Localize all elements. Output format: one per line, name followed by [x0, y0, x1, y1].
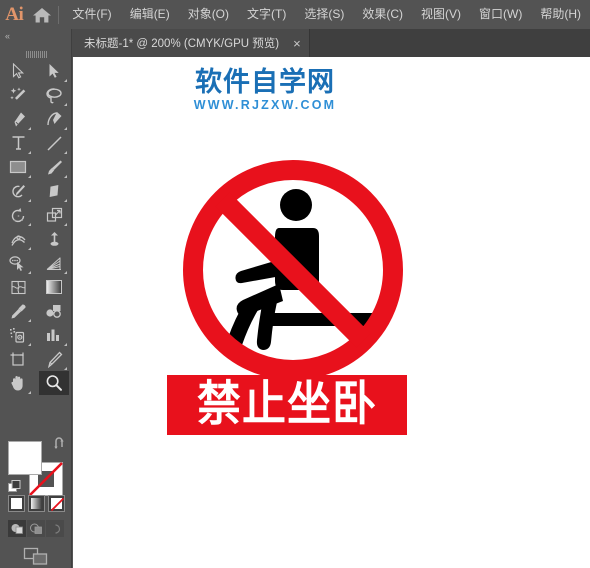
tool-flyout-indicator — [64, 223, 67, 226]
perspective-grid-tool[interactable] — [39, 251, 69, 275]
symbol-sprayer-tool[interactable] — [3, 323, 33, 347]
slice-tool[interactable] — [39, 347, 69, 371]
sign-banner-text: 禁止坐卧 — [197, 376, 377, 432]
menu-edit[interactable]: 编辑(E) — [121, 0, 179, 29]
tool-grid — [0, 59, 72, 395]
menu-select[interactable]: 选择(S) — [295, 0, 353, 29]
direct-selection-tool[interactable] — [39, 59, 69, 83]
tool-flyout-indicator — [28, 247, 31, 250]
zoom-tool[interactable] — [39, 371, 69, 395]
tool-flyout-indicator — [64, 151, 67, 154]
none-slash-icon — [50, 497, 65, 512]
tool-flyout-indicator — [28, 151, 31, 154]
gradient-tool[interactable] — [39, 275, 69, 299]
menu-window[interactable]: 窗口(W) — [470, 0, 531, 29]
tool-flyout-indicator — [28, 319, 31, 322]
app-logo: Ai — [5, 3, 24, 25]
menu-object[interactable]: 对象(O) — [179, 0, 238, 29]
screen-mode-toggle[interactable] — [0, 546, 72, 568]
magic-wand-tool[interactable] — [3, 83, 33, 107]
tool-flyout-indicator — [64, 175, 67, 178]
column-graph-tool[interactable] — [39, 323, 69, 347]
pen-tool[interactable] — [3, 107, 33, 131]
document-tab-bar: 未标题-1* @ 200% (CMYK/GPU 预览) × — [0, 29, 590, 57]
draw-mode-row — [0, 520, 72, 540]
menu-divider — [57, 5, 59, 24]
swap-fill-stroke-icon[interactable] — [54, 437, 67, 450]
tool-flyout-indicator — [28, 343, 31, 346]
lasso-tool[interactable] — [39, 83, 69, 107]
width-tool[interactable] — [3, 227, 33, 251]
site-logo-cn: 软件自学网 — [195, 67, 335, 98]
free-transform-tool[interactable] — [39, 227, 69, 251]
home-icon[interactable] — [29, 0, 56, 29]
blend-tool[interactable] — [39, 299, 69, 323]
menu-file[interactable]: 文件(F) — [63, 0, 120, 29]
fill-mode-row — [0, 495, 72, 517]
tool-flyout-indicator — [64, 127, 67, 130]
tool-flyout-indicator — [64, 79, 67, 82]
tool-flyout-indicator — [64, 343, 67, 346]
menu-view[interactable]: 视图(V) — [412, 0, 470, 29]
default-fill-stroke-icon[interactable] — [8, 480, 21, 493]
tools-panel-header: « — [0, 29, 71, 43]
artboard-canvas[interactable]: 软件自学网 WWW.RJZXW.COM 禁止坐卧 — [73, 57, 590, 568]
tool-flyout-indicator — [28, 223, 31, 226]
tools-panel: « — [0, 29, 72, 568]
eyedropper-tool[interactable] — [3, 299, 33, 323]
mesh-tool[interactable] — [3, 275, 33, 299]
shaper-tool[interactable] — [3, 179, 33, 203]
tool-flyout-indicator — [28, 175, 31, 178]
gradient-mode-swatch — [31, 498, 42, 509]
paintbrush-tool[interactable] — [39, 155, 69, 179]
draw-behind-button[interactable] — [27, 520, 45, 537]
scale-tool[interactable] — [39, 203, 69, 227]
illustrator-window: Ai 文件(F) 编辑(E) 对象(O) 文字(T) 选择(S) 效果(C) 视… — [0, 0, 590, 568]
fill-swatch[interactable] — [8, 441, 42, 475]
site-logo: 软件自学网 WWW.RJZXW.COM — [180, 67, 350, 113]
site-logo-url: WWW.RJZXW.COM — [193, 98, 337, 113]
document-tab-label: 未标题-1* @ 200% (CMYK/GPU 预览) — [84, 38, 280, 50]
menu-item-list: 文件(F) 编辑(E) 对象(O) 文字(T) 选择(S) 效果(C) 视图(V… — [63, 0, 590, 29]
tool-flyout-indicator — [28, 391, 31, 394]
menu-effect[interactable]: 效果(C) — [353, 0, 412, 29]
tool-flyout-indicator — [64, 367, 67, 370]
tool-flyout-indicator — [28, 127, 31, 130]
chevron-double-left-icon[interactable]: « — [5, 31, 10, 41]
tool-flyout-indicator — [28, 199, 31, 202]
shape-builder-tool[interactable] — [3, 251, 33, 275]
menu-help[interactable]: 帮助(H) — [531, 0, 590, 29]
tool-flyout-indicator — [64, 271, 67, 274]
document-tab[interactable]: 未标题-1* @ 200% (CMYK/GPU 预览) × — [72, 29, 310, 57]
eraser-tool[interactable] — [39, 179, 69, 203]
draw-inside-button[interactable] — [46, 520, 64, 537]
color-mode-button[interactable] — [8, 495, 25, 512]
tool-flyout-indicator — [28, 271, 31, 274]
panel-grip[interactable] — [26, 45, 50, 58]
color-controls — [0, 434, 72, 504]
menu-bar: Ai 文件(F) 编辑(E) 对象(O) 文字(T) 选择(S) 效果(C) 视… — [0, 0, 590, 29]
selection-tool[interactable] — [3, 59, 33, 83]
line-segment-tool[interactable] — [39, 131, 69, 155]
menu-type[interactable]: 文字(T) — [238, 0, 295, 29]
none-mode-button[interactable] — [48, 495, 65, 512]
gradient-mode-button[interactable] — [28, 495, 45, 512]
hand-tool[interactable] — [3, 371, 33, 395]
type-tool[interactable] — [3, 131, 33, 155]
rotate-tool[interactable] — [3, 203, 33, 227]
tool-flyout-indicator — [64, 199, 67, 202]
color-mode-swatch — [11, 498, 22, 509]
close-icon[interactable]: × — [293, 37, 301, 50]
sign-banner[interactable]: 禁止坐卧 — [167, 375, 407, 435]
rectangle-tool[interactable] — [3, 155, 33, 179]
draw-normal-button[interactable] — [8, 520, 26, 537]
curvature-tool[interactable] — [39, 107, 69, 131]
tool-flyout-indicator — [64, 103, 67, 106]
artboard-tool[interactable] — [3, 347, 33, 371]
